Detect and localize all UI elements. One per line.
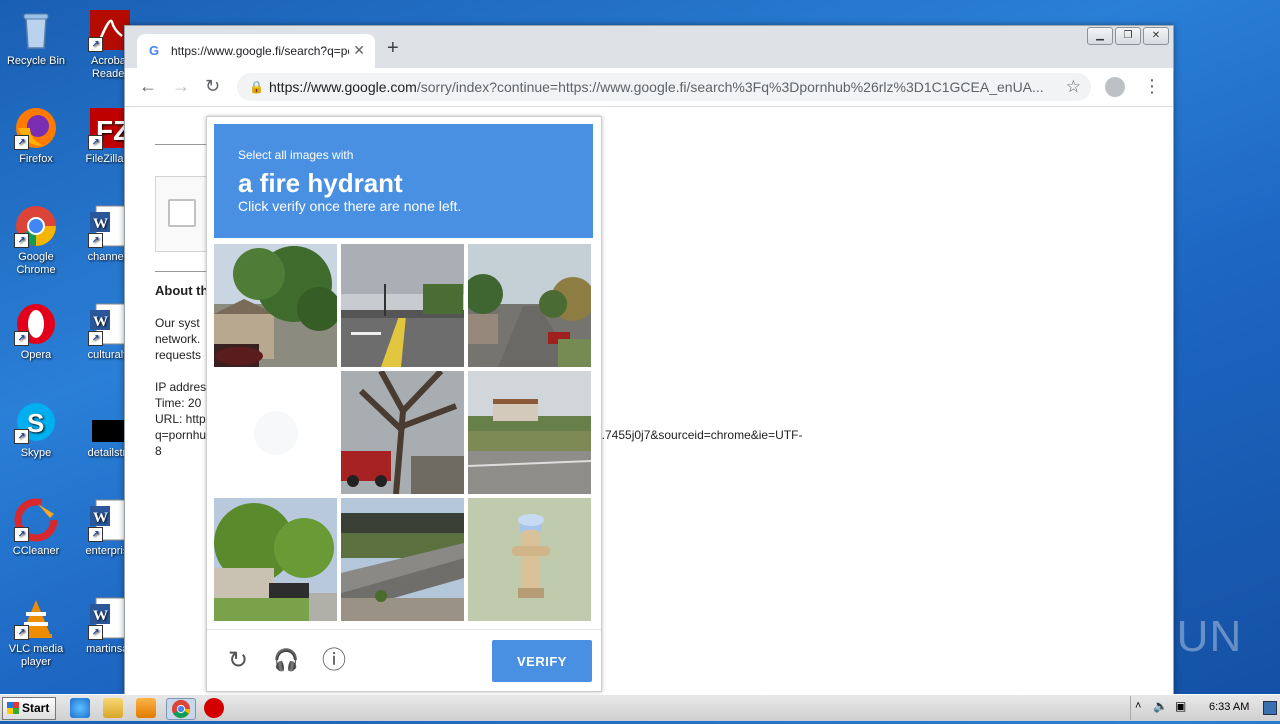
tab-close-icon[interactable]: ✕ xyxy=(353,42,365,59)
tab-title: https://www.google.fi/search?q=po xyxy=(171,44,349,58)
svg-text:W: W xyxy=(93,608,108,624)
image-tile-tree-yard-car[interactable] xyxy=(214,498,337,621)
close-window-button[interactable]: ✕ xyxy=(1143,27,1169,45)
show-desktop-icon[interactable] xyxy=(1263,701,1277,715)
shortcut-arrow-icon: ↗ xyxy=(88,625,103,640)
profile-avatar-icon[interactable] xyxy=(1105,77,1125,97)
volume-icon[interactable]: 🔈 xyxy=(1153,699,1168,713)
media-player-icon[interactable] xyxy=(136,698,156,718)
shortcut-arrow-icon: ↗ xyxy=(14,135,29,150)
shortcut-arrow-icon: ↗ xyxy=(88,233,103,248)
ccleaner-icon: ↗ xyxy=(14,498,58,542)
file-explorer-icon[interactable] xyxy=(103,698,123,718)
lock-icon: 🔒 xyxy=(249,80,264,94)
audio-challenge-icon[interactable]: 🎧 xyxy=(273,648,299,674)
challenge-instruction: Select all images with xyxy=(238,148,354,162)
desktop-icon-opera[interactable]: ↗ Opera xyxy=(0,302,74,362)
vlc-icon: ↗ xyxy=(14,596,58,640)
chrome-menu-icon[interactable]: ⋮ xyxy=(1143,76,1161,96)
internet-explorer-icon[interactable] xyxy=(70,698,90,718)
new-tab-button[interactable]: + xyxy=(387,38,399,58)
image-tile-tree-cars[interactable] xyxy=(341,371,464,494)
url-tail-text: 7.7455j0j7&sourceid=chrome&ie=UTF- xyxy=(595,428,803,442)
shortcut-arrow-icon: ↗ xyxy=(14,527,29,542)
challenge-hint: Click verify once there are none left. xyxy=(238,198,462,214)
about-paragraph: Our syst network. requests xyxy=(155,316,202,362)
bookmark-star-icon[interactable]: ☆ xyxy=(1066,77,1081,97)
network-icon[interactable]: ▣ xyxy=(1175,699,1186,713)
shortcut-arrow-icon: ↗ xyxy=(88,37,103,52)
recaptcha-challenge: Select all images with a fire hydrant Cl… xyxy=(206,116,602,692)
url-path: /sorry/index?continue=https://www.google… xyxy=(416,79,1044,95)
image-tile-street-houses[interactable] xyxy=(468,244,591,367)
tab-strip: G https://www.google.fi/search?q=po ✕ + … xyxy=(125,26,1173,68)
shortcut-arrow-icon: ↗ xyxy=(14,625,29,640)
browser-tab[interactable]: G https://www.google.fi/search?q=po ✕ xyxy=(137,34,375,68)
desktop-icon-skype[interactable]: S ↗ Skype xyxy=(0,400,74,460)
shortcut-arrow-icon: ↗ xyxy=(88,527,103,542)
tray-expand-icon[interactable]: ˄ xyxy=(1135,700,1141,712)
svg-text:W: W xyxy=(93,314,108,330)
chrome-taskbar-icon[interactable] xyxy=(166,698,196,720)
url-domain: https://www.google.com xyxy=(269,79,417,95)
browser-toolbar: ← → ↻ 🔒 https://www.google.com/sorry/ind… xyxy=(125,68,1173,107)
taskbar: Start ˄ 🔈 ▣ 6:33 AM xyxy=(0,694,1280,721)
ip-info-block: IP addres Time: 20 URL: http q=pornhu 8 xyxy=(155,380,207,458)
shortcut-arrow-icon: ↗ xyxy=(14,429,29,444)
image-tile-trees-house[interactable] xyxy=(214,244,337,367)
shortcut-arrow-icon: ↗ xyxy=(88,331,103,346)
clock[interactable]: 6:33 AM xyxy=(1209,701,1249,713)
start-button[interactable]: Start xyxy=(2,697,56,720)
image-grid xyxy=(214,244,595,625)
google-favicon-icon: G xyxy=(149,43,160,58)
challenge-header: Select all images with a fire hydrant Cl… xyxy=(214,124,593,238)
opera-icon: ↗ xyxy=(14,302,58,346)
challenge-footer: ↻ 🎧 ⓘ VERIFY xyxy=(207,629,601,692)
image-tile-highway-building[interactable] xyxy=(468,371,591,494)
address-url[interactable]: https://www.google.com/sorry/index?conti… xyxy=(269,79,1059,95)
image-tile-blank[interactable] xyxy=(214,371,337,494)
image-tile-road-intersection[interactable] xyxy=(341,244,464,367)
desktop-icon-vlc[interactable]: ↗ VLC media player xyxy=(0,596,74,669)
back-button[interactable]: ← xyxy=(139,76,157,96)
shortcut-arrow-icon: ↗ xyxy=(14,331,29,346)
challenge-target: a fire hydrant xyxy=(238,168,403,198)
address-bar[interactable]: 🔒 https://www.google.com/sorry/index?con… xyxy=(237,73,1091,101)
reload-button[interactable]: ↻ xyxy=(205,76,220,96)
minimize-button[interactable]: ▁ xyxy=(1087,27,1113,45)
reload-challenge-icon[interactable]: ↻ xyxy=(225,648,251,674)
desktop-icon-firefox[interactable]: ↗ Firefox xyxy=(0,106,74,166)
recycle-bin-icon xyxy=(14,8,58,52)
forward-button[interactable]: → xyxy=(172,76,190,96)
chrome-icon: ↗ xyxy=(14,204,58,248)
info-icon[interactable]: ⓘ xyxy=(321,648,347,674)
recaptcha-checkbox[interactable] xyxy=(168,199,196,227)
image-tile-fire-hydrant[interactable] xyxy=(468,498,591,621)
window-controls: ▁ ❐ ✕ xyxy=(1087,27,1169,45)
firefox-icon: ↗ xyxy=(14,106,58,150)
about-heading: About th xyxy=(155,283,209,298)
desktop-icon-recycle-bin[interactable]: Recycle Bin xyxy=(0,8,74,68)
svg-text:W: W xyxy=(93,510,108,526)
desktop-icon-ccleaner[interactable]: ↗ CCleaner xyxy=(0,498,74,558)
skype-icon: S ↗ xyxy=(14,400,58,444)
opera-taskbar-icon[interactable] xyxy=(204,698,224,718)
restore-button[interactable]: ❐ xyxy=(1115,27,1141,45)
verify-button[interactable]: VERIFY xyxy=(492,640,592,682)
windows-logo-icon xyxy=(7,702,19,714)
svg-text:S: S xyxy=(27,408,44,438)
shortcut-arrow-icon: ↗ xyxy=(14,233,29,248)
image-tile-highway-overpass[interactable] xyxy=(341,498,464,621)
system-tray: ˄ 🔈 ▣ 6:33 AM xyxy=(1130,696,1279,720)
start-label: Start xyxy=(22,701,50,715)
desktop-icon-google-chrome[interactable]: ↗ Google Chrome xyxy=(0,204,74,277)
svg-text:W: W xyxy=(93,216,108,232)
shortcut-arrow-icon: ↗ xyxy=(88,135,103,150)
